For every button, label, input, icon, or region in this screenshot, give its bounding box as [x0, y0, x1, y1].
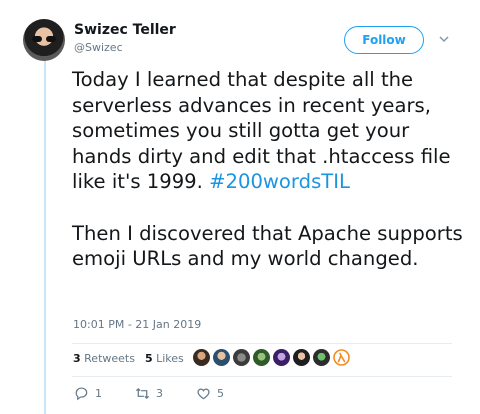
tweet-text-part2: Then I discovered that Apache supports e…	[72, 221, 463, 271]
likes-stat[interactable]: 5 Likes	[145, 352, 184, 365]
divider	[72, 343, 452, 344]
half-life-logo-icon[interactable]	[333, 349, 350, 366]
liker-avatar[interactable]	[193, 349, 210, 366]
liker-avatar[interactable]	[273, 349, 290, 366]
liker-avatar[interactable]	[293, 349, 310, 366]
like-button[interactable]: 5	[196, 386, 257, 401]
retweet-button[interactable]: 3	[135, 386, 196, 401]
liker-avatar[interactable]	[233, 349, 250, 366]
sunglasses-graphic	[32, 36, 56, 42]
retweet-icon	[135, 387, 150, 400]
tweet-text: Today I learned that despite all the ser…	[72, 67, 464, 272]
tweet-actions: 1 3 5	[74, 386, 257, 401]
author-name[interactable]: Swizec Teller	[74, 22, 176, 38]
retweets-stat[interactable]: 3 Retweets	[73, 352, 135, 365]
thread-line	[44, 58, 46, 414]
reply-button[interactable]: 1	[74, 386, 135, 401]
retweet-count: 3	[156, 387, 163, 400]
tweet-timestamp[interactable]: 10:01 PM - 21 Jan 2019	[73, 318, 201, 331]
divider	[72, 376, 452, 377]
hashtag-link[interactable]: #200wordsTIL	[209, 170, 350, 193]
liker-avatar[interactable]	[253, 349, 270, 366]
likes-label: Likes	[156, 352, 184, 365]
retweets-count: 3	[73, 352, 81, 365]
reply-icon	[75, 387, 88, 401]
author-handle[interactable]: @Swizec	[74, 41, 123, 54]
follow-button[interactable]: Follow	[344, 26, 424, 54]
tweet-stats: 3 Retweets 5 Likes	[73, 352, 184, 365]
likes-count: 5	[144, 352, 153, 365]
retweets-label: Retweets	[84, 352, 135, 365]
like-count: 5	[217, 387, 224, 400]
liker-avatar[interactable]	[213, 349, 230, 366]
heart-icon	[197, 388, 210, 400]
chevron-down-icon[interactable]	[438, 33, 450, 45]
liker-avatar[interactable]	[313, 349, 330, 366]
author-avatar[interactable]	[23, 19, 65, 61]
likers-list	[193, 349, 350, 366]
reply-count: 1	[95, 387, 102, 400]
